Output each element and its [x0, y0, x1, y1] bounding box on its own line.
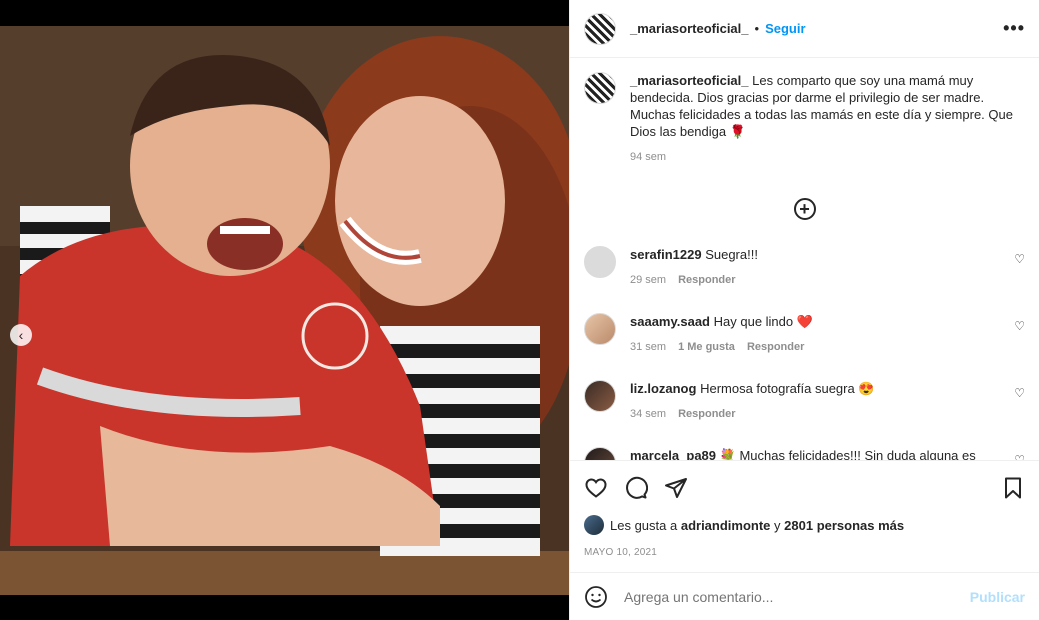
- add-comment-bar: Publicar: [570, 572, 1039, 620]
- caption-username[interactable]: _mariasorteoficial_: [630, 73, 749, 88]
- likes-prefix: Les gusta a: [610, 517, 678, 533]
- comment-like-heart-icon[interactable]: ♡: [1014, 319, 1025, 333]
- comment-like-heart-icon[interactable]: ♡: [1014, 453, 1025, 460]
- comment-meta: 29 sem Responder: [630, 272, 999, 289]
- comment-like-heart-icon[interactable]: ♡: [1014, 252, 1025, 266]
- comment-meta: 31 sem 1 Me gusta Responder: [630, 339, 999, 356]
- comment-item: saaamy.saad Hay que lindo ❤️ 31 sem 1 Me…: [584, 313, 1025, 356]
- comment-item: marcela_pa89 💐 Muchas felicidades!!! Sin…: [584, 447, 1025, 460]
- comment-time[interactable]: 29 sem: [630, 272, 666, 289]
- comment-body: liz.lozanog Hermosa fotografía suegra 😍 …: [630, 380, 999, 423]
- post-header: _mariasorteoficial_ • Seguir •••: [570, 0, 1039, 58]
- comment-likes-count[interactable]: 1 Me gusta: [678, 339, 735, 356]
- post-side-panel: _mariasorteoficial_ • Seguir ••• _marias…: [569, 0, 1039, 620]
- user-avatar[interactable]: [584, 380, 616, 412]
- comment-text: Suegra!!!: [705, 247, 758, 262]
- publish-button[interactable]: Publicar: [970, 589, 1025, 605]
- comment-time[interactable]: 34 sem: [630, 406, 666, 423]
- comment-bubble-icon[interactable]: [624, 476, 648, 500]
- comment-input[interactable]: [624, 588, 970, 605]
- comment-body: serafin1229 Suegra!!! 29 sem Responder: [630, 246, 999, 289]
- comment-body: marcela_pa89 💐 Muchas felicidades!!! Sin…: [630, 447, 999, 460]
- comment-time[interactable]: 31 sem: [630, 339, 666, 356]
- carousel-prev-button[interactable]: ‹: [10, 324, 32, 346]
- caption-time[interactable]: 94 sem: [630, 149, 666, 166]
- comment-meta: 34 sem Responder: [630, 406, 999, 423]
- liker-avatar[interactable]: [584, 515, 604, 535]
- post-date[interactable]: MAYO 10, 2021: [584, 547, 1025, 558]
- photo-illustration: [0, 26, 569, 595]
- user-avatar[interactable]: [584, 447, 616, 460]
- author-avatar[interactable]: [584, 12, 616, 45]
- share-paper-plane-icon[interactable]: [664, 476, 688, 500]
- follow-button[interactable]: Seguir: [765, 21, 805, 36]
- reply-button[interactable]: Responder: [747, 339, 804, 356]
- post-caption: _mariasorteoficial_ Les comparto que soy…: [584, 72, 1025, 166]
- likes-others-link[interactable]: 2801 personas más: [784, 518, 904, 533]
- comments-section[interactable]: _mariasorteoficial_ Les comparto que soy…: [570, 58, 1039, 460]
- default-avatar-icon[interactable]: [584, 246, 616, 278]
- caption-meta: 94 sem: [630, 149, 1025, 166]
- comment-body: saaamy.saad Hay que lindo ❤️ 31 sem 1 Me…: [630, 313, 999, 356]
- comment-username[interactable]: marcela_pa89: [630, 448, 716, 460]
- action-icons: [584, 475, 1025, 501]
- liker-username[interactable]: adriandimonte: [681, 518, 771, 533]
- comment-text: Hay que lindo ❤️: [713, 314, 813, 329]
- post-media-panel: ‹: [0, 0, 569, 620]
- caption-body: _mariasorteoficial_ Les comparto que soy…: [630, 72, 1025, 166]
- comment-username[interactable]: liz.lozanog: [630, 381, 696, 396]
- load-more-comments-icon[interactable]: +: [793, 198, 816, 220]
- save-bookmark-icon[interactable]: [1001, 476, 1025, 500]
- reply-button[interactable]: Responder: [678, 406, 735, 423]
- comment-item: liz.lozanog Hermosa fotografía suegra 😍 …: [584, 380, 1025, 423]
- likes-connector: y: [774, 517, 781, 533]
- post-photo[interactable]: ‹: [0, 26, 569, 595]
- comment-username[interactable]: serafin1229: [630, 247, 702, 262]
- comment-like-heart-icon[interactable]: ♡: [1014, 386, 1025, 400]
- instagram-post-modal: ‹ _mariasorteoficial_ • Seguir ••• _mari…: [0, 0, 1039, 620]
- user-avatar[interactable]: [584, 313, 616, 345]
- header-separator: •: [754, 21, 760, 36]
- chevron-left-icon: ‹: [18, 327, 24, 343]
- comment-item: serafin1229 Suegra!!! 29 sem Responder ♡: [584, 246, 1025, 289]
- likes-summary: Les gusta a adriandimonte y 2801 persona…: [584, 515, 1025, 535]
- caption-avatar[interactable]: [584, 72, 616, 104]
- comment-list: serafin1229 Suegra!!! 29 sem Responder ♡: [584, 246, 1025, 460]
- more-options-icon[interactable]: •••: [1003, 18, 1025, 39]
- comment-text: Hermosa fotografía suegra 😍: [700, 381, 875, 396]
- author-username[interactable]: _mariasorteoficial_: [630, 21, 749, 36]
- like-heart-icon[interactable]: [584, 476, 608, 500]
- post-actions: Les gusta a adriandimonte y 2801 persona…: [570, 460, 1039, 558]
- emoji-smiley-icon[interactable]: [584, 585, 608, 609]
- comment-username[interactable]: saaamy.saad: [630, 314, 710, 329]
- reply-button[interactable]: Responder: [678, 272, 735, 289]
